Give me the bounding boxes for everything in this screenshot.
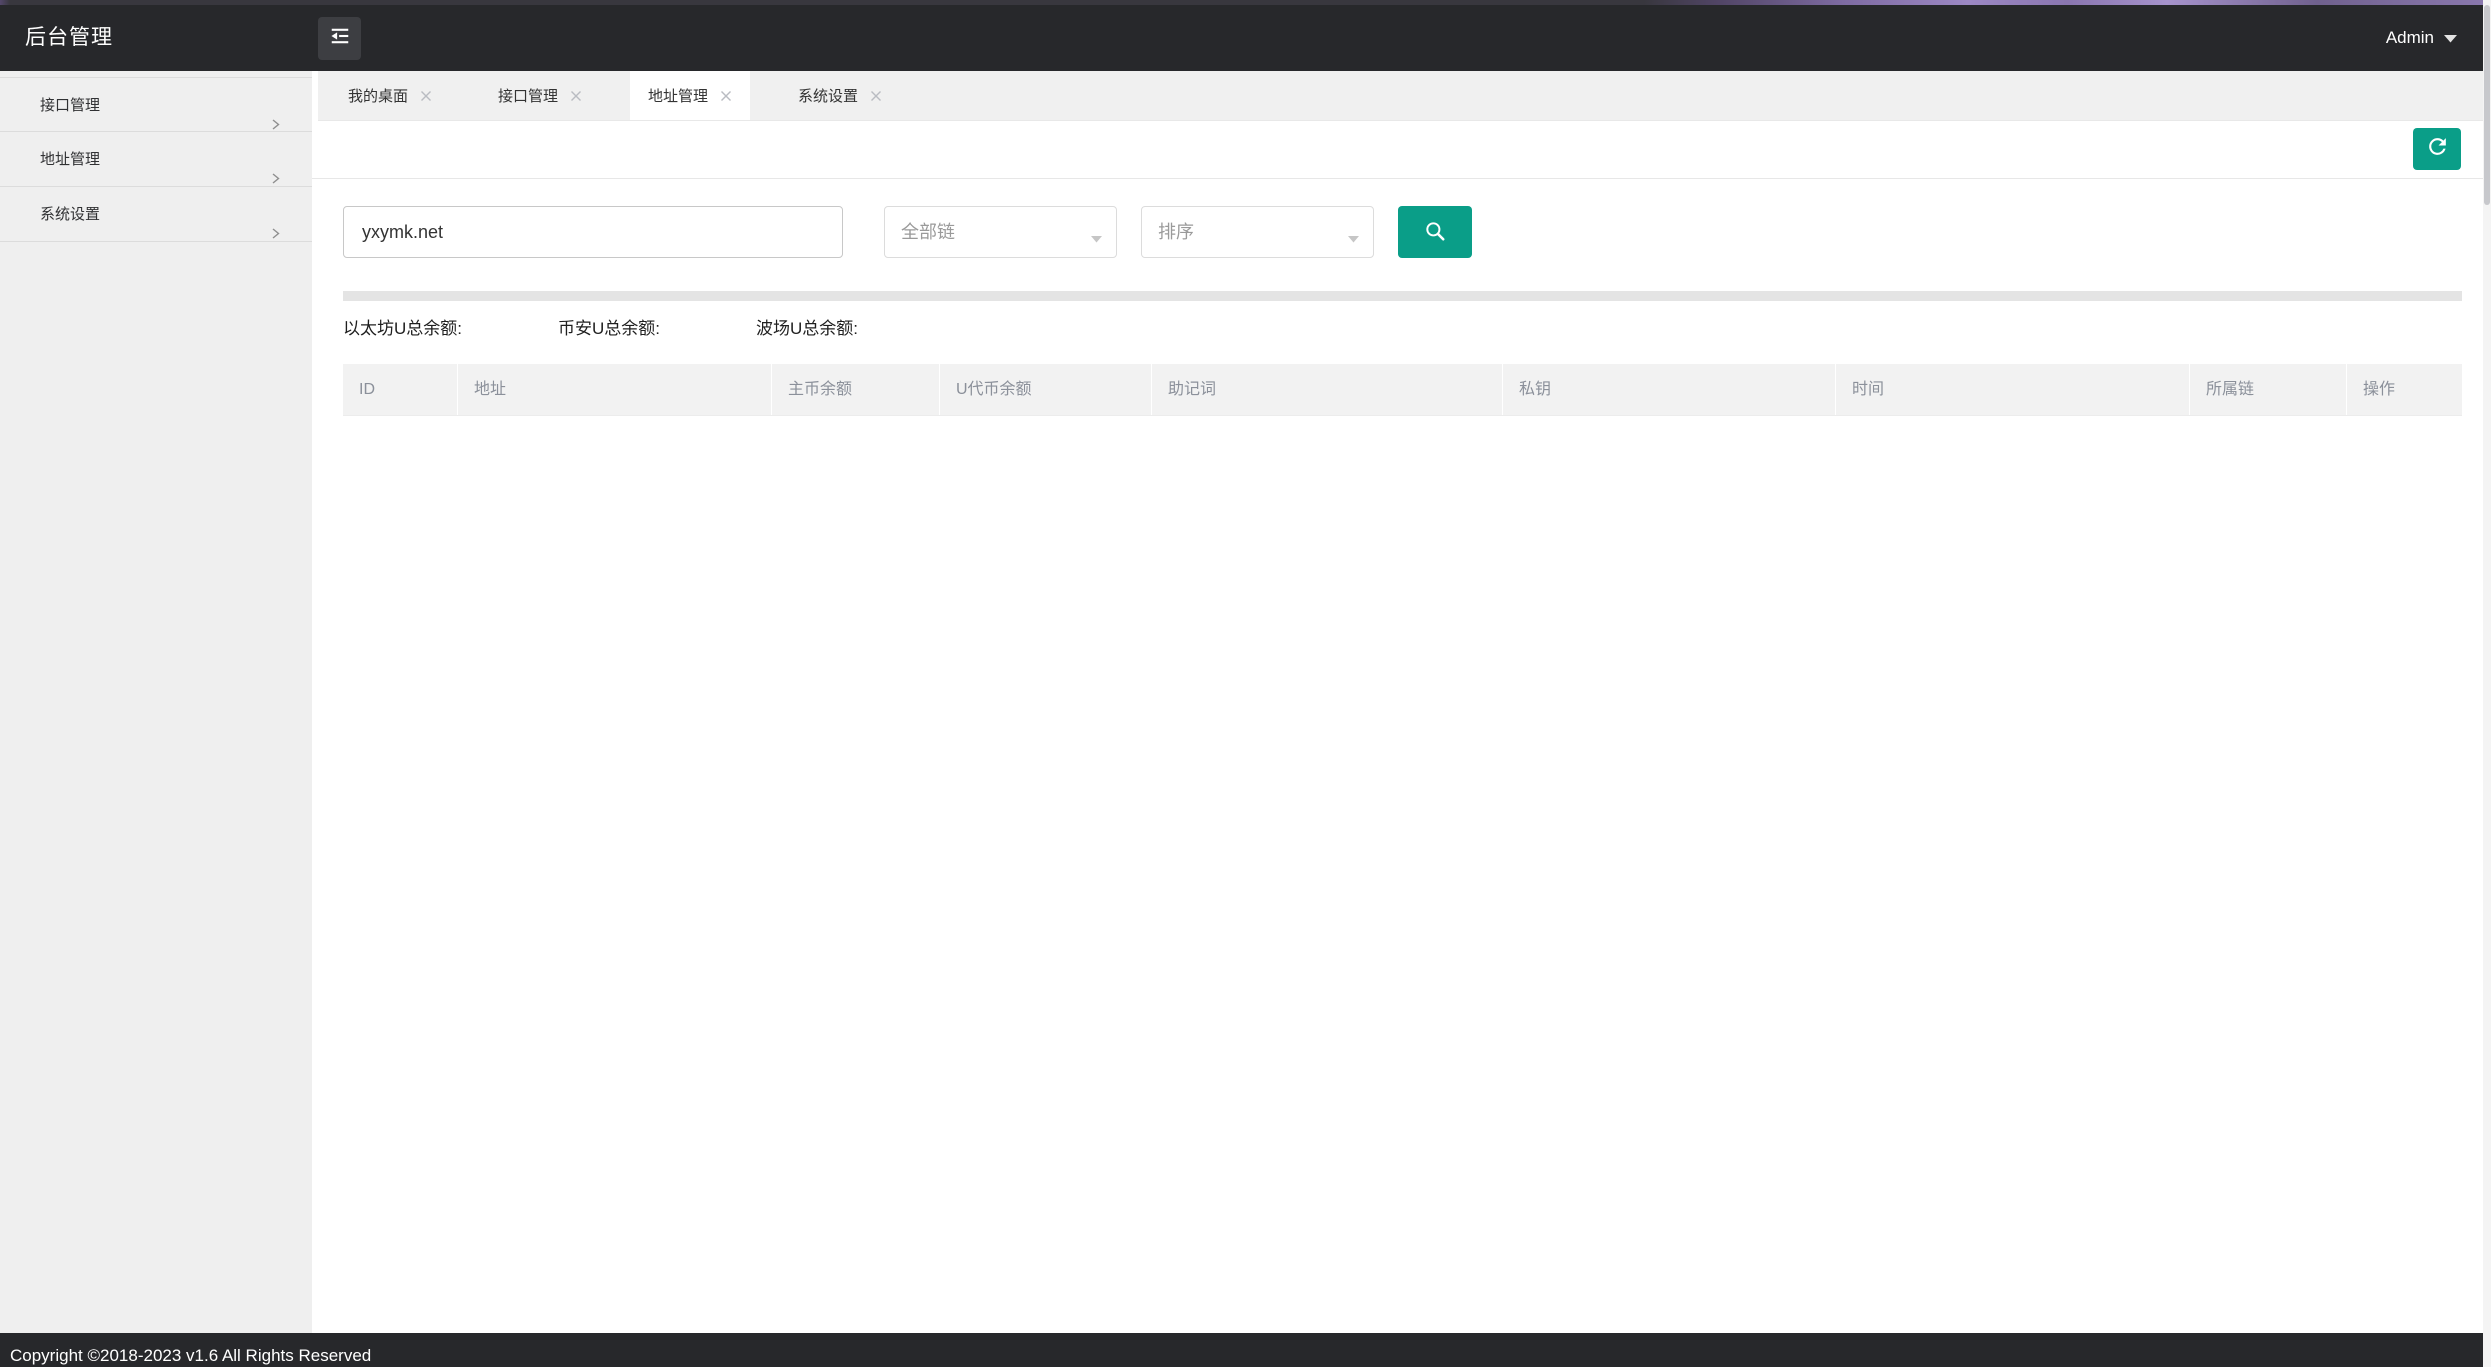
refresh-icon: [2425, 134, 2450, 164]
tab-2[interactable]: 地址管理: [630, 71, 750, 120]
sidebar-item-label: 接口管理: [40, 97, 100, 114]
chevron-down-icon: [2444, 28, 2457, 48]
chain-select-value: 全部链: [885, 207, 1116, 257]
tab-3[interactable]: 系统设置: [780, 71, 900, 120]
sort-select-value: 排序: [1142, 207, 1373, 257]
tab-close-icon[interactable]: [870, 90, 882, 102]
column-header-5: 私钥: [1503, 364, 1836, 415]
caret-down-icon: [1348, 230, 1359, 248]
sidebar-nav: 接口管理 地址管理 系统设置: [0, 71, 312, 1333]
sidebar-item-label: 地址管理: [40, 151, 100, 168]
search-input[interactable]: [343, 206, 843, 258]
column-header-1: 地址: [458, 364, 772, 415]
stat-label-0: 以太坊U总余额:: [343, 314, 462, 339]
column-header-3: U代币余额: [940, 364, 1152, 415]
tab-1[interactable]: 接口管理: [480, 71, 600, 120]
tab-0[interactable]: 我的桌面: [330, 71, 450, 120]
sidebar-item-label: 系统设置: [40, 206, 100, 223]
search-button[interactable]: [1398, 206, 1472, 258]
column-header-8: 操作: [2347, 364, 2462, 415]
main-content: 全部链 排序 以太坊U总余额: 币安U总余额: 波场U总余额: ID地址主币余额U代…: [312, 180, 2483, 1333]
search-icon: [1422, 218, 1448, 247]
tab-close-icon[interactable]: [420, 90, 432, 102]
filter-row: 全部链 排序: [343, 206, 2483, 258]
stat-label-2: 波场U总余额:: [756, 314, 858, 339]
chevron-right-icon: [269, 208, 282, 263]
column-header-0: ID: [343, 364, 458, 415]
scrollbar[interactable]: [2483, 0, 2491, 1367]
sidebar-collapse-button[interactable]: [318, 17, 361, 60]
balance-stats-row: 以太坊U总余额: 币安U总余额: 波场U总余额:: [343, 314, 2462, 339]
tab-close-icon[interactable]: [570, 90, 582, 102]
refresh-button[interactable]: [2413, 128, 2461, 170]
sidebar-item-2[interactable]: 系统设置: [0, 187, 312, 242]
column-header-2: 主币余额: [772, 364, 940, 415]
column-header-7: 所属链: [2190, 364, 2347, 415]
stat-label-1: 币安U总余额:: [558, 314, 660, 339]
admin-user-menu[interactable]: Admin: [2386, 5, 2457, 71]
column-header-6: 时间: [1836, 364, 2190, 415]
sort-select[interactable]: 排序: [1141, 206, 1374, 258]
chain-select[interactable]: 全部链: [884, 206, 1117, 258]
caret-down-icon: [1091, 230, 1102, 248]
scrollbar-thumb[interactable]: [2484, 5, 2490, 205]
sidebar-item-1[interactable]: 地址管理: [0, 132, 312, 187]
collapse-menu-icon: [329, 25, 351, 52]
admin-user-label: Admin: [2386, 28, 2434, 48]
footer-bar: Copyright ©2018-2023 v1.6 All Rights Res…: [0, 1333, 2491, 1367]
column-header-4: 助记词: [1152, 364, 1503, 415]
tab-label: 我的桌面: [348, 85, 408, 106]
page-toolbar: [312, 122, 2483, 179]
open-tabs-bar: 我的桌面 接口管理 地址管理 系统设置: [318, 71, 2483, 121]
tab-label: 接口管理: [498, 85, 558, 106]
sidebar-item-0[interactable]: 接口管理: [0, 77, 312, 132]
collapsed-panel-strip: [343, 291, 2462, 301]
address-table-header: ID地址主币余额U代币余额助记词私钥时间所属链操作: [343, 364, 2462, 416]
tab-label: 地址管理: [648, 85, 708, 106]
copyright-text: Copyright ©2018-2023 v1.6 All Rights Res…: [10, 1346, 371, 1365]
tab-close-icon[interactable]: [720, 90, 732, 102]
tab-label: 系统设置: [798, 85, 858, 106]
app-title: 后台管理: [25, 5, 113, 71]
top-header-bar: 后台管理 Admin: [0, 5, 2491, 71]
